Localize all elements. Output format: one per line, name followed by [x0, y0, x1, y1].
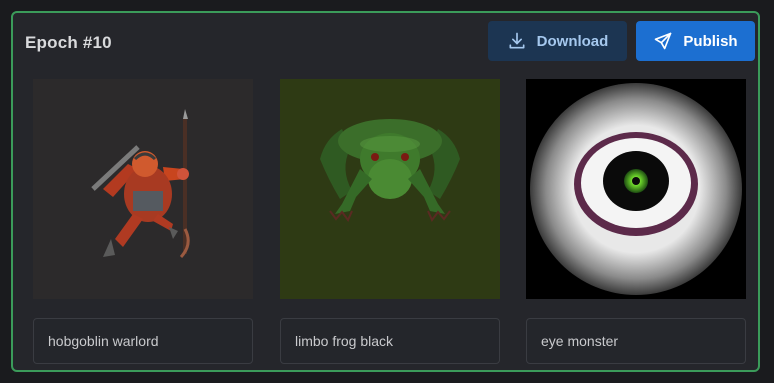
result-card: limbo frog black	[280, 79, 500, 364]
download-button[interactable]: Download	[488, 21, 627, 61]
send-icon	[655, 32, 672, 50]
generated-image-hobgoblin[interactable]	[33, 79, 253, 299]
prompt-caption[interactable]: eye monster	[526, 318, 746, 364]
generated-image-frog[interactable]	[280, 79, 500, 299]
prompt-caption[interactable]: hobgoblin warlord	[33, 318, 253, 364]
epoch-title: Epoch #10	[25, 33, 112, 52]
epoch-panel: Epoch #10 Download Publish hobgoblin war…	[11, 11, 760, 372]
result-card: eye monster	[526, 79, 746, 364]
publish-button[interactable]: Publish	[636, 21, 755, 61]
generated-image-eye-monster[interactable]	[526, 79, 746, 299]
download-icon	[509, 32, 525, 49]
download-label: Download	[536, 32, 609, 50]
result-card: hobgoblin warlord	[33, 79, 253, 364]
publish-label: Publish	[683, 32, 738, 50]
prompt-caption[interactable]: limbo frog black	[280, 318, 500, 364]
